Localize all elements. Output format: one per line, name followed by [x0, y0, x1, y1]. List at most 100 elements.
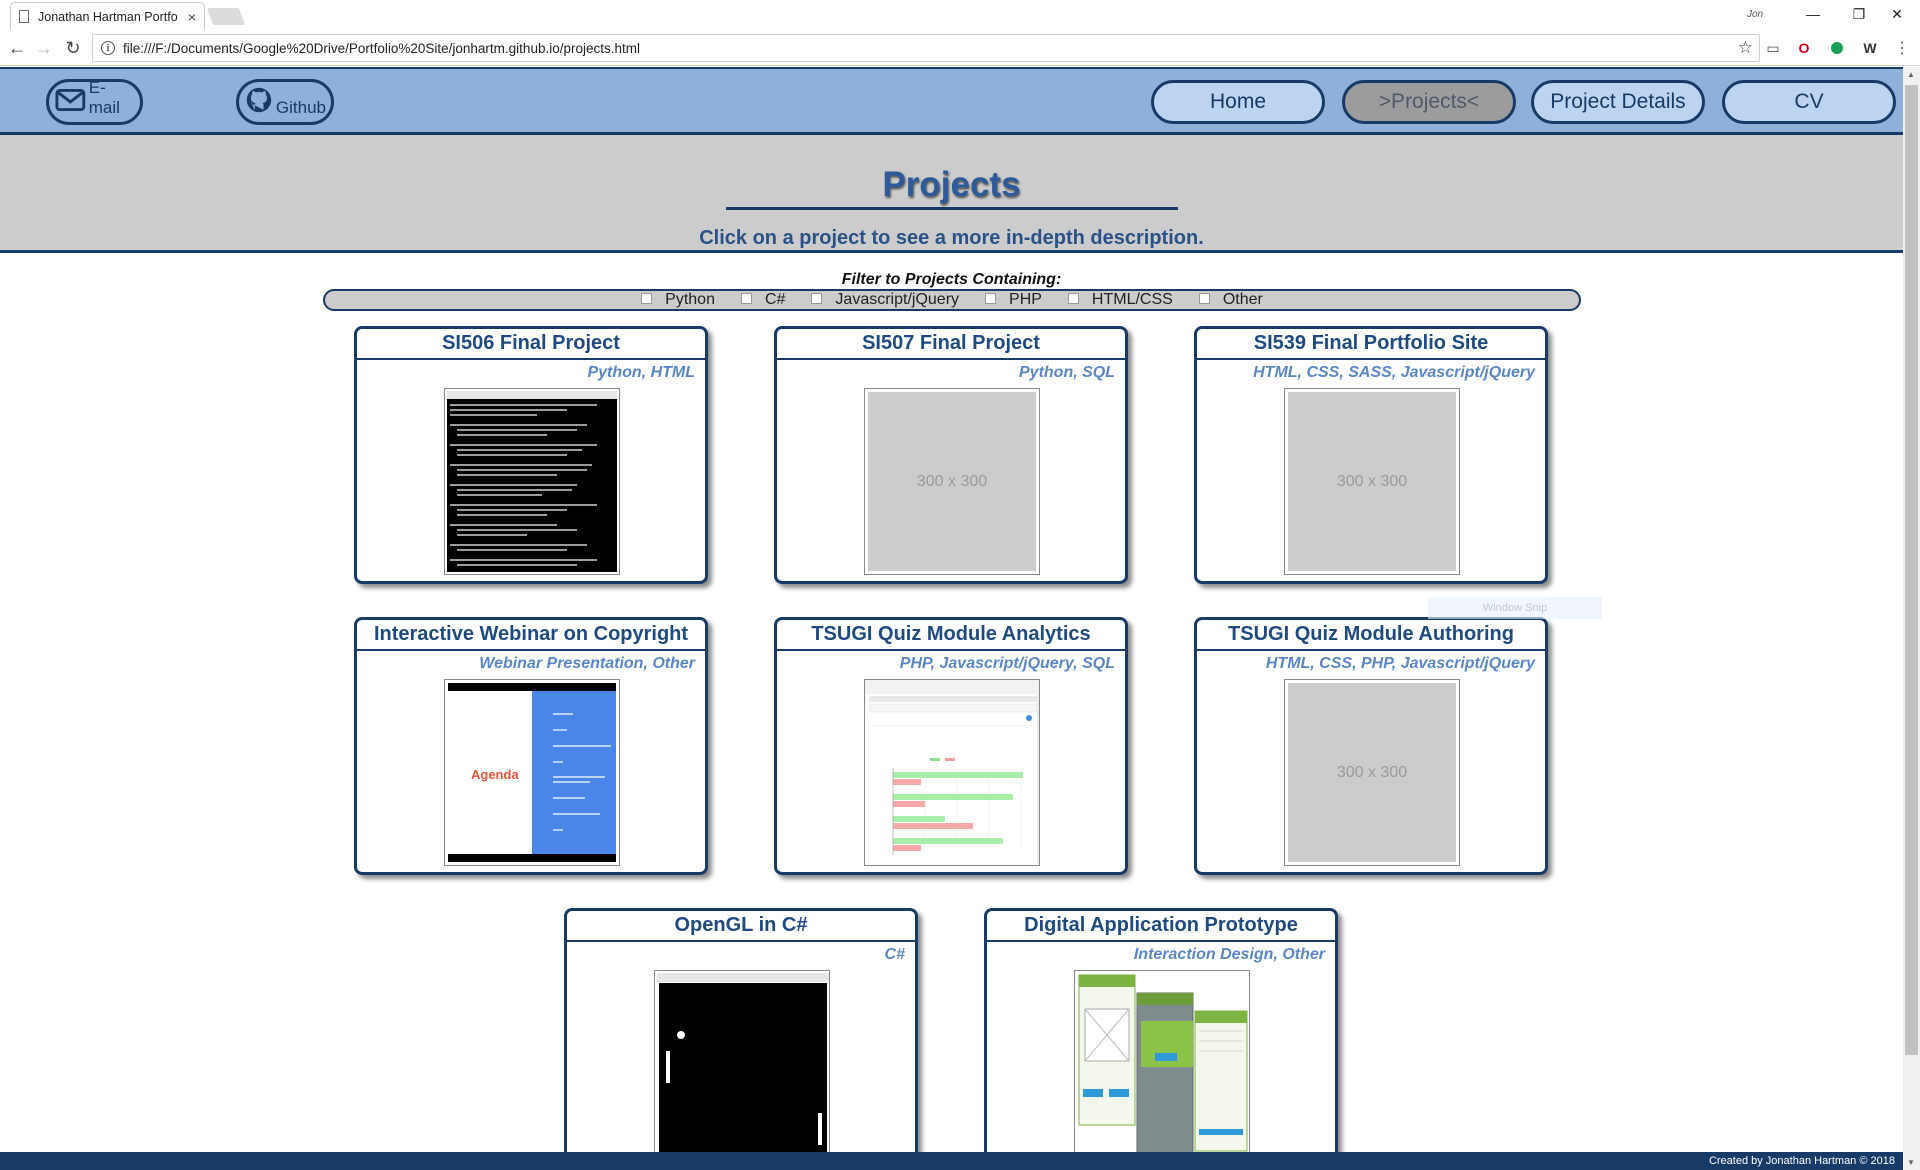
menu-kebab-icon[interactable]: ⋮ — [1892, 38, 1912, 58]
project-title: TSUGI Quiz Module Authoring — [1197, 620, 1545, 651]
minimize-icon[interactable]: — — [1790, 0, 1836, 28]
nav-project-details-button[interactable]: Project Details — [1531, 80, 1705, 124]
project-tags: C# — [884, 946, 905, 963]
project-tags: HTML, CSS, PHP, Javascript/jQuery — [1265, 655, 1535, 672]
github-icon — [246, 87, 272, 113]
project-card-webinar[interactable]: Interactive Webinar on Copyright Webinar… — [354, 617, 708, 875]
project-card-si539[interactable]: SI539 Final Portfolio Site HTML, CSS, SA… — [1194, 326, 1548, 584]
project-tags: Webinar Presentation, Other — [479, 655, 695, 672]
project-card-prototype[interactable]: Digital Application Prototype Interactio… — [984, 908, 1338, 1166]
forward-icon[interactable]: → — [32, 36, 56, 60]
project-title: OpenGL in C# — [567, 911, 915, 942]
email-label: E-mail — [88, 78, 120, 117]
project-card-si506[interactable]: SI506 Final Project Python, HTML — [354, 326, 708, 584]
info-icon[interactable]: i — [101, 41, 115, 55]
project-thumbnail: 300 x 300 — [1284, 388, 1460, 575]
window-close-icon[interactable]: ✕ — [1874, 0, 1920, 28]
scrollbar-thumb[interactable] — [1905, 85, 1918, 1055]
filter-option-label: Javascript/jQuery — [835, 291, 960, 308]
opera-icon[interactable]: O — [1794, 38, 1814, 58]
scroll-up-icon[interactable]: ▲ — [1907, 70, 1915, 79]
checkbox[interactable] — [740, 292, 752, 304]
cast-icon[interactable]: ▭ — [1763, 38, 1783, 58]
address-bar[interactable]: i file:///F:/Documents/Google%20Drive/Po… — [92, 34, 1760, 62]
project-thumbnail: 300 x 300 — [864, 388, 1040, 575]
checkbox[interactable] — [641, 292, 653, 304]
page-title: Projects — [882, 165, 1021, 204]
browser-toolbar: ← → ↻ i file:///F:/Documents/Google%20Dr… — [0, 30, 1920, 66]
back-icon[interactable]: ← — [5, 36, 29, 60]
new-tab-button[interactable] — [206, 8, 246, 25]
checkbox[interactable] — [1198, 292, 1210, 304]
title-underline — [726, 207, 1178, 210]
project-thumbnail-terminal — [444, 388, 620, 575]
project-tags: Python, HTML — [587, 364, 695, 381]
bookmark-star-icon[interactable]: ☆ — [1738, 38, 1753, 58]
filter-option-label: Python — [665, 291, 715, 308]
filter-option-python[interactable]: Python — [641, 291, 715, 309]
github-link[interactable]: Github — [236, 79, 334, 125]
placeholder-image: 300 x 300 — [1288, 683, 1456, 862]
analytics-screenshot — [865, 680, 1039, 865]
project-tags: PHP, Javascript/jQuery, SQL — [899, 655, 1115, 672]
tab-close-icon[interactable]: × — [188, 9, 196, 25]
github-label: Github — [275, 98, 326, 117]
filter-bar: Python C# Javascript/jQuery PHP HTML/CSS… — [323, 289, 1581, 311]
document-icon — [19, 10, 29, 23]
placeholder-image: 300 x 300 — [1288, 392, 1456, 571]
scroll-down-icon[interactable]: ▼ — [1907, 1158, 1915, 1167]
project-title: Interactive Webinar on Copyright — [357, 620, 705, 651]
filter-option-label: C# — [764, 291, 786, 308]
tab-title: Jonathan Hartman Portfo — [38, 9, 178, 24]
site-nav: E-mail Github Home >Projects< Project De… — [0, 67, 1903, 135]
url-text: file:///F:/Documents/Google%20Drive/Port… — [123, 40, 640, 56]
project-title: SI506 Final Project — [357, 329, 705, 360]
user-profile-label[interactable]: Jon — [1740, 0, 1770, 28]
project-card-opengl[interactable]: OpenGL in C# C# — [564, 908, 918, 1166]
green-extension-icon[interactable] — [1827, 38, 1847, 58]
project-card-si507[interactable]: SI507 Final Project Python, SQL 300 x 30… — [774, 326, 1128, 584]
filter-option-label: PHP — [1009, 291, 1042, 308]
filter-option-php[interactable]: PHP — [985, 291, 1042, 309]
project-tags: Interaction Design, Other — [1133, 946, 1325, 963]
filter-option-other[interactable]: Other — [1198, 291, 1263, 309]
checkbox[interactable] — [985, 292, 997, 304]
filter-label: Filter to Projects Containing: — [841, 271, 1062, 288]
nav-projects-button[interactable]: >Projects< — [1342, 80, 1516, 124]
project-thumbnail-agenda-slide: Agenda — [444, 679, 620, 866]
project-thumbnail: 300 x 300 — [1284, 679, 1460, 866]
nav-cv-button[interactable]: CV — [1722, 80, 1896, 124]
project-thumbnail-pong-game — [654, 970, 830, 1157]
checkbox[interactable] — [1067, 292, 1079, 304]
project-thumbnail-app-prototype — [1074, 970, 1250, 1157]
nav-home-button[interactable]: Home — [1151, 80, 1325, 124]
placeholder-image: 300 x 300 — [868, 392, 1036, 571]
page-subtitle: Click on a project to see a more in-dept… — [699, 227, 1204, 249]
email-link[interactable]: E-mail — [46, 78, 143, 125]
browser-tabstrip: Jonathan Hartman Portfo × Jon — ❐ ✕ — [0, 0, 1920, 30]
project-tags: Python, SQL — [1019, 364, 1115, 381]
reload-icon[interactable]: ↻ — [61, 36, 85, 60]
prototype-screens — [1075, 971, 1249, 1156]
browser-tab[interactable]: Jonathan Hartman Portfo × — [10, 2, 205, 30]
agenda-item-lines — [553, 713, 611, 831]
filter-option-label: Other — [1222, 291, 1263, 308]
envelope-icon — [55, 88, 86, 112]
window-snip-overlay: Window Snip — [1428, 597, 1602, 619]
checkbox[interactable] — [811, 292, 823, 304]
terminal-text-lines — [450, 404, 597, 566]
page-scrollbar[interactable]: ▲ ▼ — [1903, 67, 1920, 1170]
filter-option-javascript[interactable]: Javascript/jQuery — [811, 291, 959, 309]
project-tags: HTML, CSS, SASS, Javascript/jQuery — [1253, 364, 1535, 381]
filter-option-label: HTML/CSS — [1091, 291, 1173, 308]
project-title: SI507 Final Project — [777, 329, 1125, 360]
project-card-tsugi-analytics[interactable]: TSUGI Quiz Module Analytics PHP, Javascr… — [774, 617, 1128, 875]
w-extension-icon[interactable]: W — [1860, 38, 1880, 58]
filter-option-csharp[interactable]: C# — [740, 291, 786, 309]
project-card-tsugi-authoring[interactable]: TSUGI Quiz Module Authoring HTML, CSS, P… — [1194, 617, 1548, 875]
project-title: Digital Application Prototype — [987, 911, 1335, 942]
filter-option-html-css[interactable]: HTML/CSS — [1067, 291, 1173, 309]
project-title: TSUGI Quiz Module Analytics — [777, 620, 1125, 651]
page-header: Projects Click on a project to see a mor… — [0, 135, 1903, 253]
project-title: SI539 Final Portfolio Site — [1197, 329, 1545, 360]
